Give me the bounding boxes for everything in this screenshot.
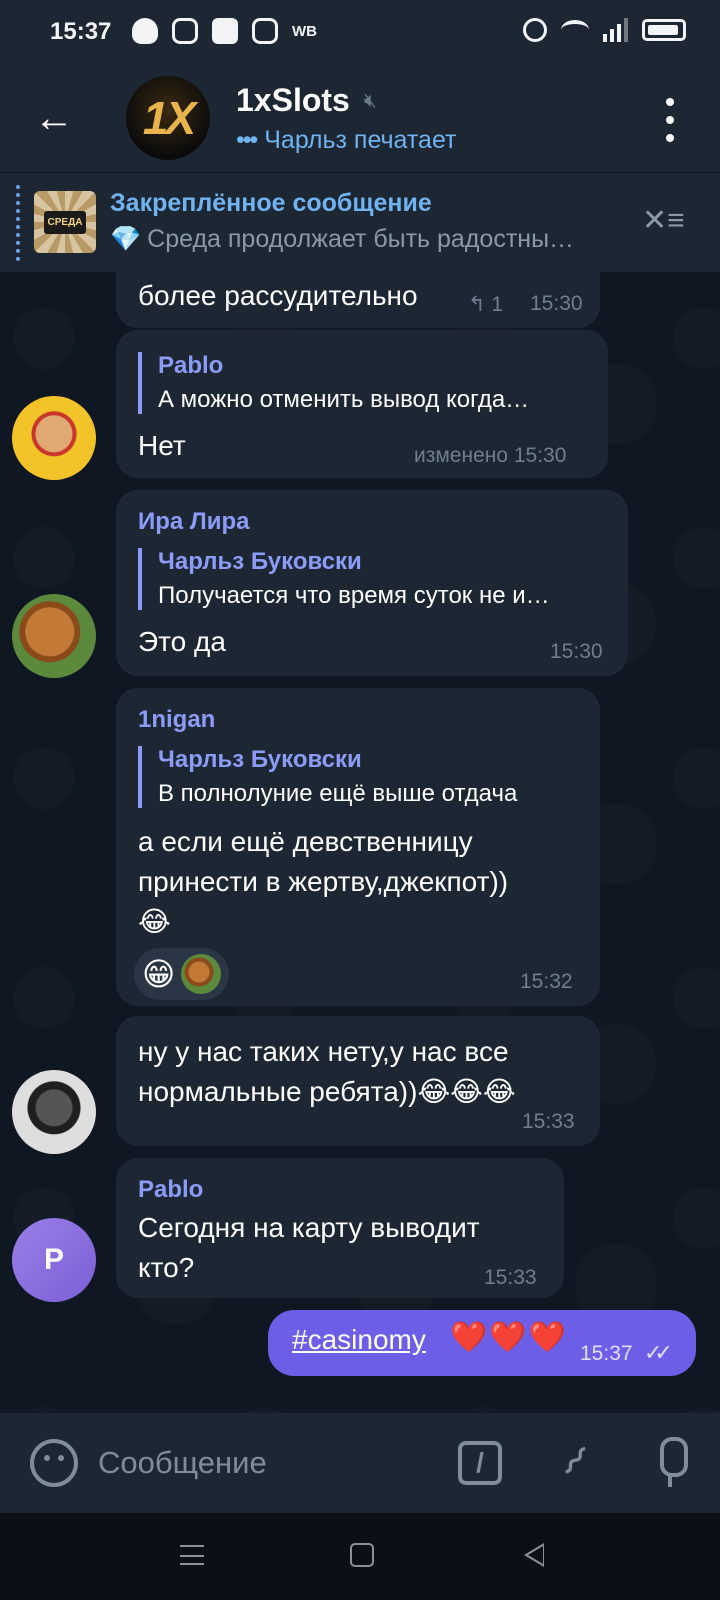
pinned-text: 💎 Среда продолжает быть радостны… [110,225,630,254]
reaction-emoji: 😁 [142,956,176,992]
sender-name[interactable]: 1nigan [138,706,215,734]
pinned-message-bar[interactable]: СРЕДА Закреплённое сообщение 💎 Среда прод… [0,172,720,272]
message-time: 15:33 [522,1110,575,1133]
avatar-letter: P [43,1243,64,1276]
pin-indicator [16,185,20,261]
channel-avatar[interactable]: 1X [126,76,210,160]
message-time: 15:37 [580,1342,633,1365]
diamond-icon: 💎 [110,225,142,253]
reply-count[interactable]: ↰ 1 [468,292,503,317]
sender-name[interactable]: Ира Лира [138,508,250,536]
message-time: 15:32 [520,970,573,993]
message-bubble[interactable]: 1nigan Чарльз Буковски В полнолуние ещё … [116,688,600,1006]
sender-name[interactable]: Pablo [138,1176,203,1204]
recent-apps-button[interactable] [180,1545,204,1565]
message-input[interactable] [98,1439,418,1487]
menu-button[interactable] [660,98,680,142]
avatar[interactable] [12,594,96,678]
heart-emojis: ❤️❤️❤️ [450,1321,569,1354]
message-text-line: ну у нас таких нету,у нас все [138,1036,509,1067]
message-text-line: кто? [138,1252,195,1283]
message-text-line: нормальные ребята))😂😂😂 [138,1076,516,1107]
wifi-icon [561,20,589,40]
reply-sender: Pablo [158,352,224,379]
message-bubble[interactable]: Ира Лира Чарльз Буковски Получается что … [116,490,628,676]
chat-area[interactable]: более рассудительно ↰ 1 15:30 Pablo А мо… [0,272,720,1413]
bot-command-button[interactable]: / [458,1441,502,1485]
system-icons [523,18,686,42]
notification-icons: WB [132,18,317,44]
reply-text: Получается что время суток не и… [158,582,550,609]
home-button[interactable] [350,1543,374,1567]
reply-text: А можно отменить вывод когда… [158,386,530,413]
app-notification-icon [172,18,198,44]
pinned-thumbnail: СРЕДА [34,191,96,253]
chat-header: ← 1X 1xSlots 🔇︎ ••• Чарльз печатает [0,64,720,172]
message-emoji: 😂 [138,906,171,937]
channel-avatar-logo: 1X [142,92,196,144]
unpin-icon: ✕≡ [642,204,685,237]
channel-title[interactable]: 1xSlots [236,82,350,119]
message-bubble[interactable]: ну у нас таких нету,у нас все нормальные… [116,1016,600,1146]
emoji-button[interactable] [30,1439,78,1487]
reaction-avatar [181,954,222,994]
message-time: 15:33 [484,1266,537,1289]
typing-status-text: Чарльз печатает [264,126,457,154]
message-text-line: принести в жертву,джекпот)) [138,866,509,897]
typing-status: ••• Чарльз печатает [236,126,457,155]
message-bubble[interactable]: Pablo Сегодня на карту выводит кто? 15:3… [116,1158,564,1298]
avatar[interactable] [12,396,96,480]
message-text-line: Сегодня на карту выводит [138,1212,480,1243]
status-bar: 15:37 WB [0,0,720,64]
hashtag-link[interactable]: #casinomy [292,1324,426,1356]
signal-icon [603,18,628,42]
wb-icon: WB [292,22,317,40]
message-bubble[interactable]: более рассудительно ↰ 1 15:30 [116,272,600,328]
reply-quote[interactable]: Чарльз Буковски В полнолуние ещё выше от… [138,746,588,808]
message-text: более рассудительно [138,280,418,311]
reply-quote[interactable]: Pablo А можно отменить вывод когда… [138,352,596,414]
message-time: 15:30 [550,640,603,663]
avatar[interactable]: P [12,1218,96,1302]
muted-speaker-icon: 🔇︎ [364,90,377,112]
reactions[interactable]: 😁 [134,948,230,1000]
message-time: 15:30 [530,292,583,315]
message-input-bar: / ⌇ [0,1413,720,1513]
reply-sender: Чарльз Буковски [158,746,362,773]
snapchat-icon [132,18,158,44]
reply-text: В полнолуние ещё выше отдача [158,780,518,807]
message-text-line: а если ещё девственницу [138,826,473,857]
message-text: Нет [138,430,186,461]
message-time: изменено 15:30 [414,444,567,467]
reply-sender: Чарльз Буковски [158,548,362,575]
system-back-button[interactable] [524,1543,544,1567]
typing-dots-icon: ••• [236,126,258,154]
smile-app-icon [212,18,238,44]
status-time: 15:37 [50,18,112,45]
avatar[interactable] [12,1070,96,1154]
double-check-icon: ✓✓ [644,1340,673,1365]
message-text: Это да [138,626,226,657]
pinned-text-content: Среда продолжает быть радостны… [147,225,575,253]
mail-icon [252,18,278,44]
alarm-icon [523,18,547,42]
paperclip-icon: ⌇ [552,1438,596,1486]
message-bubble[interactable]: Pablo А можно отменить вывод когда… Нет … [116,330,608,478]
microphone-button[interactable] [650,1437,690,1489]
reply-quote[interactable]: Чарльз Буковски Получается что время сут… [138,548,616,610]
attach-button[interactable]: ⌇ [543,1430,606,1494]
pinned-thumbnail-text: СРЕДА [43,210,87,234]
own-message-bubble[interactable]: #casinomy ❤️❤️❤️ 15:37 ✓✓ [268,1310,696,1376]
system-navigation-bar [0,1513,720,1600]
pinned-title: Закреплённое сообщение [110,189,432,217]
back-button[interactable]: ← [30,94,78,142]
unpin-button[interactable]: ✕≡ [642,203,694,243]
battery-icon [642,19,686,41]
arrow-left-icon: ← [34,95,74,140]
